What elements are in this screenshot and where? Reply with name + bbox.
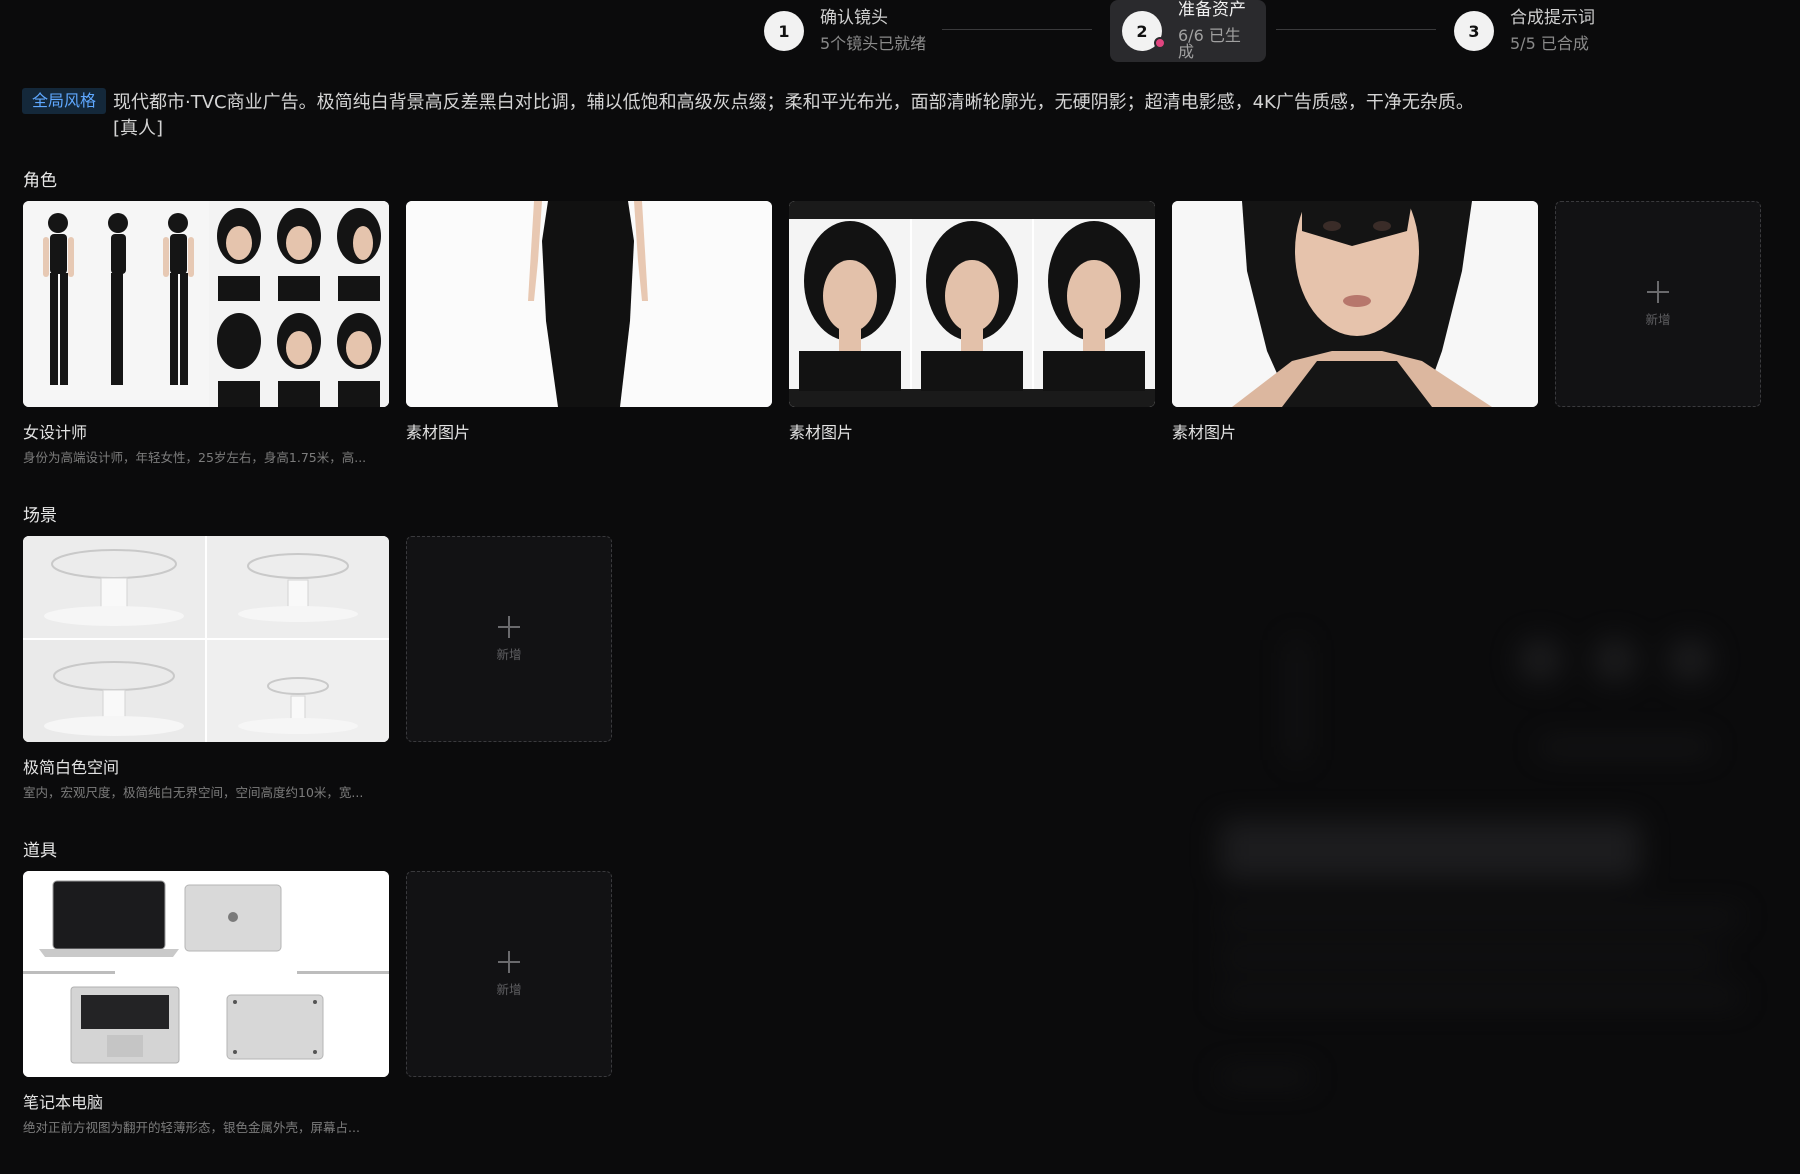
- asset-card-material[interactable]: 素材图片: [406, 201, 772, 442]
- asset-title: 笔记本电脑: [23, 1093, 104, 1112]
- plus-icon: [1647, 280, 1669, 303]
- add-label: 新增: [496, 646, 522, 662]
- step-number: 1: [764, 11, 804, 51]
- plus-icon: [498, 950, 520, 973]
- asset-description: 绝对正前方视图为翻开的轻薄形态，银色金属外壳，屏幕占...: [23, 1120, 360, 1135]
- step-title: 确认镜头: [820, 8, 888, 28]
- character-turnaround-image: [23, 201, 389, 407]
- white-space-image: [23, 536, 389, 742]
- asset-card-scene[interactable]: 极简白色空间 室内，宏观尺度，极简纯白无界空间，空间高度约10米，宽...: [23, 536, 389, 801]
- expression-grid-image: [789, 201, 1155, 407]
- step-connector: [942, 29, 1092, 30]
- asset-card-prop[interactable]: 笔记本电脑 绝对正前方视图为翻开的轻薄形态，银色金属外壳，屏幕占...: [23, 871, 389, 1136]
- section-label-props: 道具: [23, 841, 57, 861]
- add-label: 新增: [1645, 311, 1671, 327]
- asset-card-material[interactable]: 素材图片: [1172, 201, 1538, 442]
- step-number: 3: [1454, 11, 1494, 51]
- asset-thumbnail[interactable]: [23, 201, 389, 407]
- asset-title: 极简白色空间: [23, 758, 120, 777]
- add-label: 新增: [496, 981, 522, 997]
- add-prop-button[interactable]: 新增: [406, 871, 612, 1077]
- plus-icon: [498, 615, 520, 638]
- section-label-characters: 角色: [23, 171, 57, 191]
- background-blur-overlay: [1210, 620, 1750, 1120]
- step-prepare-assets[interactable]: 2 准备资产 6/6 已生成: [1110, 0, 1266, 62]
- asset-thumbnail[interactable]: [23, 871, 389, 1077]
- closeup-portrait-image: [1172, 201, 1538, 407]
- asset-card-material[interactable]: 素材图片: [789, 201, 1155, 442]
- step-compose-prompts[interactable]: 3 合成提示词 5/5 已合成: [1442, 0, 1612, 62]
- asset-thumbnail[interactable]: [789, 201, 1155, 407]
- global-style-text: 现代都市·TVC商业广告。极简纯白背景高反差黑白对比调，辅以低饱和高级灰点缀；柔…: [113, 92, 1474, 139]
- section-label-scenes: 场景: [23, 506, 57, 526]
- global-style-tag[interactable]: 全局风格: [22, 88, 107, 114]
- step-connector: [1276, 29, 1436, 30]
- asset-title: 素材图片: [406, 423, 471, 442]
- laptop-views-image: [23, 871, 389, 1077]
- step-title: 准备资产: [1178, 0, 1246, 20]
- step-title: 合成提示词: [1510, 8, 1595, 28]
- asset-title: 女设计师: [23, 423, 88, 442]
- step-number-text: 2: [1136, 21, 1148, 41]
- asset-thumbnail[interactable]: [23, 536, 389, 742]
- step-confirm-shots[interactable]: 1 确认镜头 5个镜头已就绪: [752, 0, 952, 62]
- asset-thumbnail[interactable]: [406, 201, 772, 407]
- asset-title: 素材图片: [789, 423, 854, 442]
- add-character-button[interactable]: 新增: [1555, 201, 1761, 407]
- asset-title: 素材图片: [1172, 423, 1237, 442]
- black-dress-image: [406, 201, 772, 407]
- step-subtitle: 5个镜头已就绪: [820, 34, 927, 53]
- asset-card-character[interactable]: 女设计师 身份为高端设计师，年轻女性，25岁左右，身高1.75米，高...: [23, 201, 389, 466]
- asset-description: 室内，宏观尺度，极简纯白无界空间，空间高度约10米，宽...: [23, 785, 364, 800]
- asset-thumbnail[interactable]: [1172, 201, 1538, 407]
- add-scene-button[interactable]: 新增: [406, 536, 612, 742]
- progress-stepper: 1 确认镜头 5个镜头已就绪 2 准备资产 6/6 已生成 3 合成提示词 5/…: [752, 0, 1612, 64]
- step-number: 2: [1122, 11, 1166, 51]
- step-subtitle: 5/5 已合成: [1510, 34, 1589, 53]
- asset-description: 身份为高端设计师，年轻女性，25岁左右，身高1.75米，高...: [23, 450, 367, 465]
- status-dot: [1154, 37, 1166, 49]
- step-subtitle: 6/6 已生成: [1178, 26, 1241, 61]
